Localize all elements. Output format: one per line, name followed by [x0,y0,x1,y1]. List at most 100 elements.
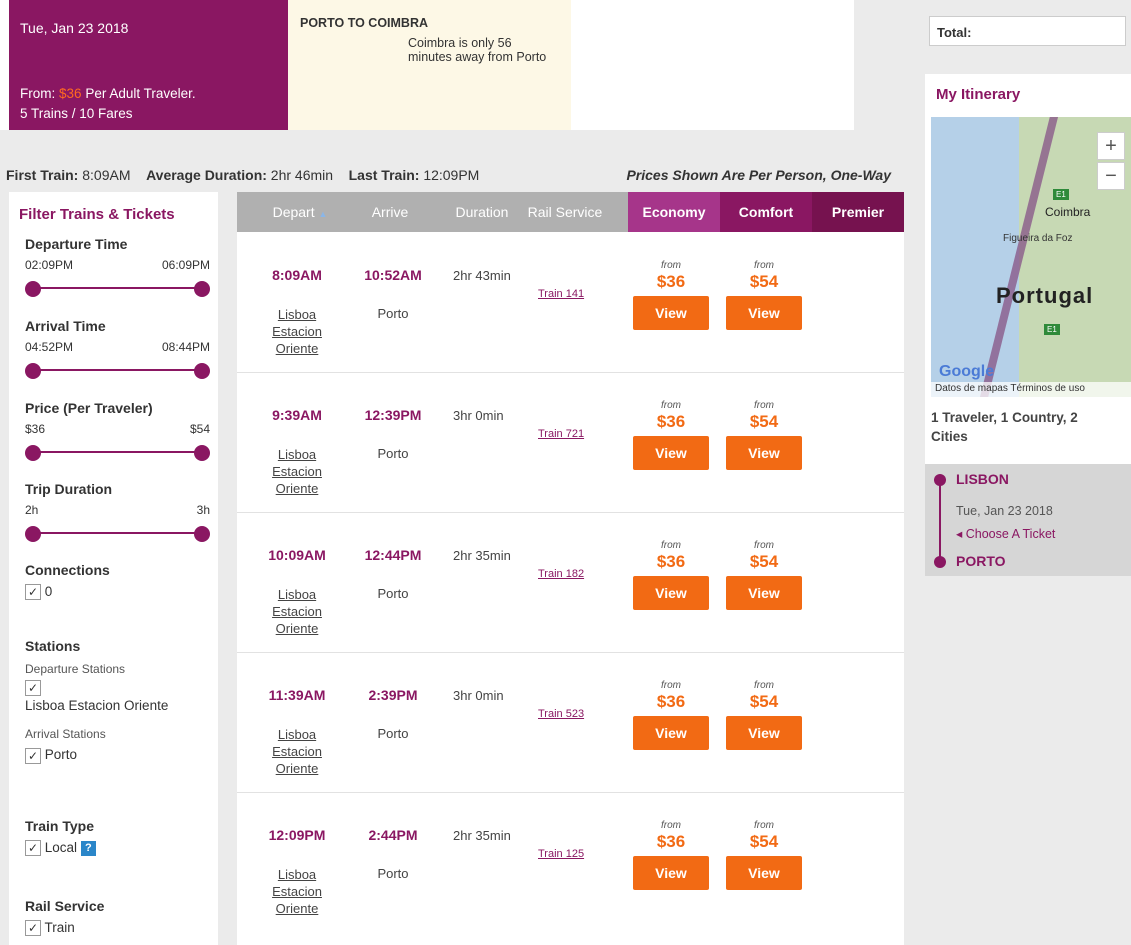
departure-time-slider[interactable] [25,281,210,297]
train-service-link[interactable]: Train 125 [538,848,584,860]
price-filter: Price (Per Traveler) $36 $54 [25,400,210,461]
table-row: 12:09PM Lisboa Estacion Oriente 2:44PM P… [237,793,904,933]
stop-city-porto: PORTO [956,553,1006,569]
sort-arrow-icon: ▲ [318,209,328,219]
departure-station-link[interactable]: Lisboa Estacion Oriente [265,586,329,637]
zoom-out-button[interactable]: − [1097,162,1125,190]
view-comfort-button[interactable]: View [726,856,802,890]
map-city-label: Coimbra [1045,205,1091,219]
view-comfort-button[interactable]: View [726,576,802,610]
departure-station-link[interactable]: Lisboa Estacion Oriente [265,306,329,357]
view-comfort-button[interactable]: View [726,436,802,470]
from-label: from [754,540,774,551]
arrival-station-checkbox[interactable]: ✓ [25,747,41,764]
header-comfort[interactable]: Comfort [720,192,812,232]
slider-min-handle[interactable] [25,445,41,461]
train-type-filter: Train Type ✓ Local ? [25,818,210,857]
arrival-station: Porto [377,446,409,461]
trip-duration-slider[interactable] [25,526,210,542]
rail-service-option: Train [44,920,75,935]
slider-track [33,532,202,534]
zoom-in-button[interactable]: + [1097,132,1125,160]
departure-station-link[interactable]: Lisboa Estacion Oriente [265,726,329,777]
itinerary-map[interactable]: E1 E1 Coimbra Figueira da Foz Portugal G… [931,117,1131,397]
trip-duration: 2hr 35min [453,548,511,563]
train-type-checkbox[interactable]: ✓ [25,840,41,857]
slider-track [33,369,202,371]
arrival-station: Porto [377,726,409,741]
slider-track [33,287,202,289]
economy-fare: from $36 View [633,400,709,470]
last-train-value: 12:09PM [423,167,480,183]
depart-time: 10:09AM [268,547,326,563]
choose-ticket-link[interactable]: ◂ Choose A Ticket [956,526,1055,541]
economy-fare: from $36 View [633,260,709,330]
view-economy-button[interactable]: View [633,856,709,890]
view-economy-button[interactable]: View [633,436,709,470]
trip-duration: 3hr 0min [453,688,504,703]
price-slider[interactable] [25,445,210,461]
departure-station-checkbox[interactable]: ✓ [25,680,41,697]
departure-station-link[interactable]: Lisboa Estacion Oriente [265,446,329,497]
view-comfort-button[interactable]: View [726,296,802,330]
depart-time: 9:39AM [272,407,322,423]
train-service-link[interactable]: Train 141 [538,288,584,300]
price-max-label: $54 [189,422,210,436]
first-train-label: First Train: [6,167,79,183]
from-label: from [661,260,681,271]
trip-duration: 2hr 35min [453,828,511,843]
last-train-label: Last Train: [348,167,420,183]
trip-duration-title: Trip Duration [25,481,113,497]
arrive-time: 12:44PM [364,547,422,563]
comfort-price: $54 [749,272,779,291]
map-city-label: Figueira da Foz [1003,233,1073,244]
view-economy-button[interactable]: View [633,296,709,330]
economy-fare: from $36 View [633,680,709,750]
slider-max-handle[interactable] [194,281,210,297]
train-service-link[interactable]: Train 523 [538,708,584,720]
depart-time: 8:09AM [272,267,322,283]
table-row: 9:39AM Lisboa Estacion Oriente 12:39PM P… [237,373,904,513]
slider-min-handle[interactable] [25,526,41,542]
header-depart-label: Depart [272,204,315,220]
view-economy-button[interactable]: View [633,716,709,750]
from-label: from [754,400,774,411]
header-depart[interactable]: Depart ▲ [265,204,335,220]
comfort-fare: from $54 View [726,680,802,750]
duration-min-label: 2h [25,503,39,517]
comfort-price: $54 [749,692,779,711]
train-type-title: Train Type [25,818,94,834]
help-icon[interactable]: ? [80,840,96,856]
economy-price: $36 [656,272,686,291]
departure-station-link[interactable]: Lisboa Estacion Oriente [265,866,329,917]
header-premier[interactable]: Premier [812,192,904,232]
trip-duration-filter: Trip Duration 2h 3h [25,481,210,542]
depart-time: 11:39AM [268,687,326,703]
header-duration[interactable]: Duration [451,204,513,220]
stations-filter: Stations Departure Stations ✓ Lisboa Est… [25,638,210,764]
arrival-time-slider[interactable] [25,363,210,379]
train-service-link[interactable]: Train 721 [538,428,584,440]
table-row: 11:39AM Lisboa Estacion Oriente 2:39PM P… [237,653,904,793]
from-suffix: Per Adult Traveler. [85,86,196,101]
header-arrive[interactable]: Arrive [360,204,420,220]
slider-min-handle[interactable] [25,363,41,379]
connections-checkbox[interactable]: ✓ [25,584,41,601]
header-rail-service[interactable]: Rail Service [515,204,615,220]
map-attribution[interactable]: Datos de mapas Términos de uso [931,382,1131,397]
view-economy-button[interactable]: View [633,576,709,610]
slider-max-handle[interactable] [194,526,210,542]
slider-max-handle[interactable] [194,363,210,379]
rail-service-checkbox[interactable]: ✓ [25,920,41,937]
train-type-option: Local [44,840,78,855]
arrival-station-option: Porto [44,747,78,763]
view-comfort-button[interactable]: View [726,716,802,750]
comfort-fare: from $54 View [726,260,802,330]
slider-max-handle[interactable] [194,445,210,461]
traveler-summary: 1 Traveler, 1 Country, 2 Cities [931,410,1078,444]
train-service-link[interactable]: Train 182 [538,568,584,580]
connections-option-label: 0 [44,584,53,599]
slider-min-handle[interactable] [25,281,41,297]
arrive-time: 12:39PM [364,407,422,423]
header-economy[interactable]: Economy [628,192,720,232]
